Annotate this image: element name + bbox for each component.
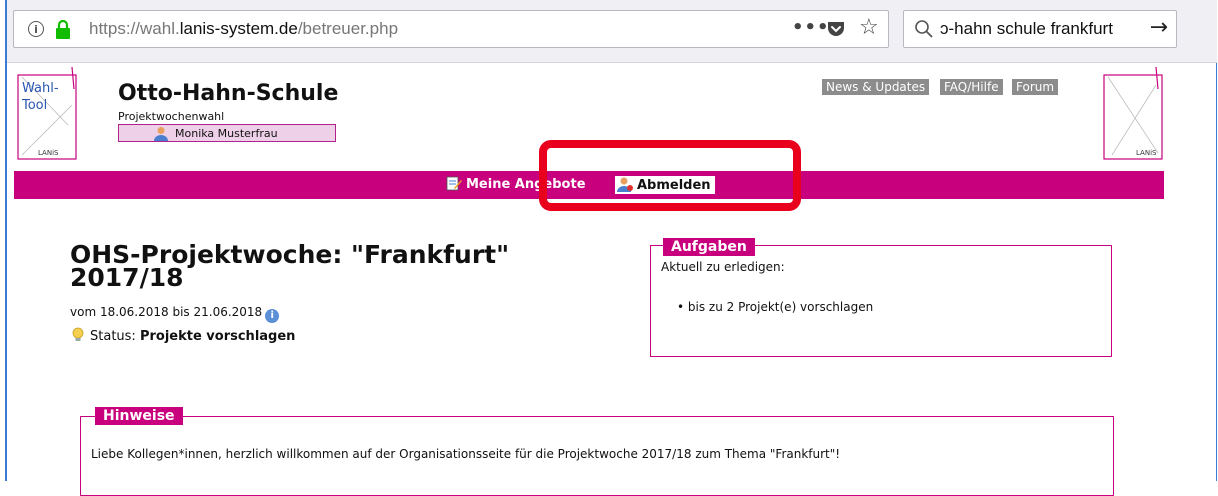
url-prefix: https://wahl.	[89, 19, 180, 38]
logo-mark-right: LANiS	[1136, 149, 1157, 157]
pocket-icon[interactable]	[826, 19, 846, 39]
task-item: • bis zu 2 Projekt(e) vorschlagen	[677, 300, 874, 314]
url-path: /betreuer.php	[297, 19, 399, 38]
dates-text: vom 18.06.2018 bis 21.06.2018	[70, 305, 263, 319]
status-value: Projekte vorschlagen	[139, 329, 296, 344]
search-text[interactable]: ɔ-hahn schule frankfurt	[940, 19, 1113, 39]
user-badge[interactable]: Monika Musterfrau	[118, 124, 336, 142]
lock-icon[interactable]	[54, 20, 72, 40]
notes-legend: Hinweise	[95, 407, 183, 425]
go-arrow-icon[interactable]: →	[1150, 15, 1168, 40]
search-icon	[915, 20, 933, 38]
logo-mark: LANiS	[38, 149, 59, 157]
forum-link[interactable]: Forum	[1012, 79, 1059, 95]
url-domain: lanis-system.de	[179, 19, 298, 38]
page-content: Wahl- Tool LANiS Otto-Hahn-Schule Projek…	[14, 63, 1164, 496]
logo-text-wahl: Wahl-	[22, 81, 59, 96]
user-icon	[154, 127, 168, 141]
tasks-intro: Aktuell zu erledigen:	[661, 260, 785, 274]
edit-document-icon	[446, 176, 462, 191]
faq-link[interactable]: FAQ/Hilfe	[940, 79, 1003, 95]
notes-text: Liebe Kollegen*innen, herzlich willkomme…	[91, 447, 841, 461]
browser-toolbar: i https://wahl.lanis-system.de/betreuer.…	[7, 0, 1217, 63]
status-label: Status:	[90, 329, 136, 344]
project-status: Status: Projekte vorschlagen	[70, 327, 295, 344]
logo-text-tool: Tool	[21, 98, 47, 113]
task-item-text: bis zu 2 Projekt(e) vorschlagen	[687, 300, 874, 314]
page-actions-icon[interactable]: •••	[792, 17, 830, 38]
info-icon[interactable]: i	[265, 309, 280, 323]
app-subtitle: Projektwochenwahl	[118, 110, 225, 123]
url-bar[interactable]: i https://wahl.lanis-system.de/betreuer.…	[13, 10, 889, 48]
bookmark-star-icon[interactable]: ☆	[859, 15, 879, 40]
lanis-logo: LANiS	[1103, 66, 1163, 160]
wahltool-logo[interactable]: Wahl- Tool LANiS	[16, 65, 78, 161]
notes-panel: Hinweise Liebe Kollegen*innen, herzlich …	[80, 407, 1114, 496]
tasks-panel: Aufgaben Aktuell zu erledigen: • bis zu …	[650, 238, 1112, 357]
project-dates: vom 18.06.2018 bis 21.06.2018 i	[70, 305, 280, 323]
school-name: Otto-Hahn-Schule	[118, 81, 339, 106]
url-text[interactable]: https://wahl.lanis-system.de/betreuer.ph…	[89, 19, 398, 39]
search-bar[interactable]: ɔ-hahn schule frankfurt →	[903, 10, 1177, 48]
tasks-legend: Aufgaben	[663, 238, 755, 256]
page-title: OHS-Projektwoche: "Frankfurt" 2017/18	[70, 240, 510, 292]
info-icon[interactable]: i	[28, 21, 44, 37]
news-link[interactable]: News & Updates	[822, 79, 930, 95]
web-page: Wahl- Tool LANiS Otto-Hahn-Schule Projek…	[7, 63, 1217, 496]
lightbulb-icon	[72, 327, 84, 341]
highlight-annotation	[539, 140, 801, 211]
user-name: Monika Musterfrau	[175, 127, 278, 140]
